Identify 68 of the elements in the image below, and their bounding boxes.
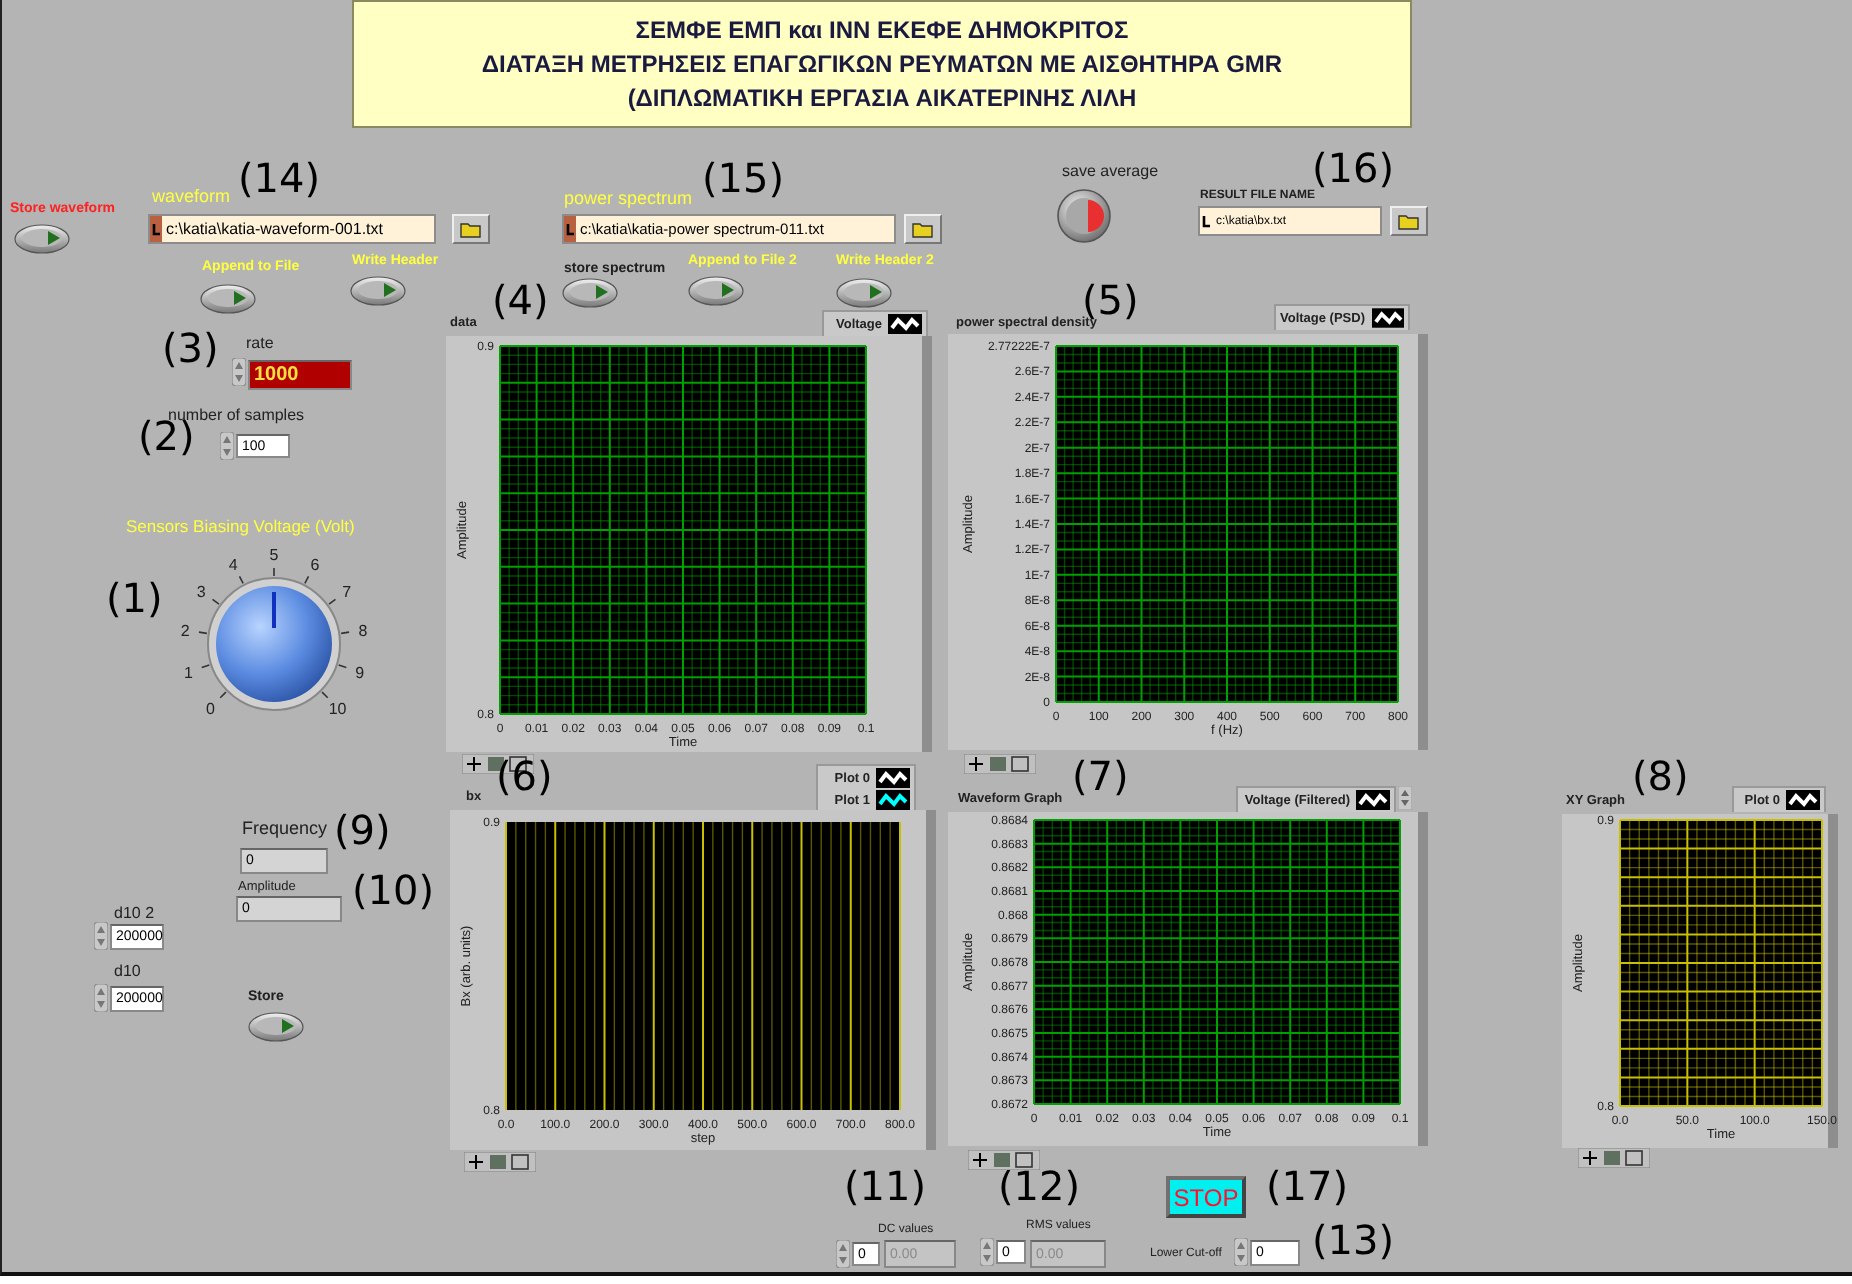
spin-arrows-icon[interactable] (232, 358, 246, 386)
dial-label: 1 (183, 663, 193, 682)
title-line: (ΔΙΠΛΩΜΑΤΙΚΗ ΕΡΓΑΣΙΑ ΑΙΚΑΤΕΡΙΝΗΣ ΛΙΛΗ (627, 84, 1137, 112)
browse-button[interactable] (1390, 206, 1428, 236)
dial-label: 6 (310, 555, 320, 574)
path-label: power spectrum (564, 188, 693, 208)
control-label: d10 (114, 964, 141, 982)
browse-button[interactable] (904, 214, 942, 244)
folder-icon (911, 221, 935, 237)
callout-number: (8) (1632, 756, 1689, 796)
callout-number: (12) (998, 1166, 1081, 1206)
folder-icon (459, 221, 483, 237)
dial-label: 3 (196, 583, 206, 602)
callout-number: (9) (334, 810, 391, 850)
dial-label: 0 (205, 699, 215, 718)
graph-tools-icon[interactable] (1578, 1148, 1650, 1168)
dial-label: 9 (355, 663, 365, 682)
dial-label: 4 (228, 555, 238, 574)
title-line: ΔΙΑΤΑΞΗ ΜΕΤΡΗΣΕΙΣ ΕΠΑΓΩΓΙΚΩΝ ΡΕΥΜΑΤΩΝ ΜΕ ΑΙΣΘΗΤΗΡΑ GMR (481, 50, 1283, 78)
toggle-switch[interactable] (562, 278, 618, 308)
control-label: d10 2 (114, 906, 155, 924)
toggle-switch[interactable] (350, 276, 406, 306)
scroll-arrows-icon[interactable] (1398, 786, 1412, 810)
folder-icon (1397, 213, 1421, 229)
callout-number: (13) (1312, 1220, 1395, 1260)
callout-number: (1) (106, 578, 163, 618)
title-line: ΣΕΜΦΕ ΕΜΠ και ΙΝΝ ΕΚΕΦΕ ΔΗΜΟΚΡΙΤΟΣ (635, 16, 1129, 44)
control-label: Frequency (242, 820, 328, 840)
path-icon (150, 216, 162, 242)
dial-label: 7 (342, 583, 352, 602)
spin-arrows-icon[interactable] (220, 432, 234, 460)
round-button[interactable] (1056, 188, 1112, 244)
callout-number: (14) (238, 158, 321, 198)
path-field[interactable]: c:\katia\katia-waveform-001.txt (148, 214, 436, 244)
path-icon (564, 216, 576, 242)
graph-tools-icon[interactable] (464, 1152, 536, 1172)
toggle-switch[interactable] (248, 1012, 304, 1042)
graph-tools-icon[interactable] (968, 1150, 1040, 1170)
knob-label: Sensors Biasing Voltage (Volt) (126, 516, 355, 536)
callout-number: (3) (162, 328, 219, 368)
callout-number: (17) (1266, 1166, 1349, 1206)
dial-label: 5 (269, 546, 279, 564)
numeric-field[interactable]: 1000 (248, 360, 352, 390)
dial-label: 8 (358, 621, 368, 640)
callout-number: (16) (1312, 148, 1395, 188)
callout-number: (5) (1082, 280, 1139, 320)
button-label: save average (1062, 164, 1159, 182)
spin-arrows-icon[interactable] (94, 922, 108, 950)
graph-tools-icon[interactable] (964, 754, 1036, 774)
spin-arrows-icon[interactable] (94, 984, 108, 1012)
dial-label: 2 (180, 621, 190, 640)
spin-arrows-icon[interactable] (980, 1238, 994, 1266)
browse-button[interactable] (452, 214, 490, 244)
spin-arrows-icon[interactable] (1234, 1238, 1248, 1266)
toggle-switch[interactable] (200, 284, 256, 314)
toggle-switch[interactable] (836, 278, 892, 308)
control-label: rate (246, 336, 274, 354)
callout-number: (7) (1072, 756, 1129, 796)
callout-number: (11) (844, 1166, 927, 1206)
dial-label: 10 (328, 699, 347, 718)
callout-number: (4) (492, 280, 549, 320)
callout-number: (10) (352, 870, 435, 910)
spin-arrows-icon[interactable] (836, 1240, 850, 1268)
toggle-switch[interactable] (688, 276, 744, 306)
callout-number: (6) (496, 756, 553, 796)
path-label: waveform (152, 186, 231, 206)
callout-number: (15) (702, 158, 785, 198)
toggle-switch[interactable] (14, 224, 70, 254)
